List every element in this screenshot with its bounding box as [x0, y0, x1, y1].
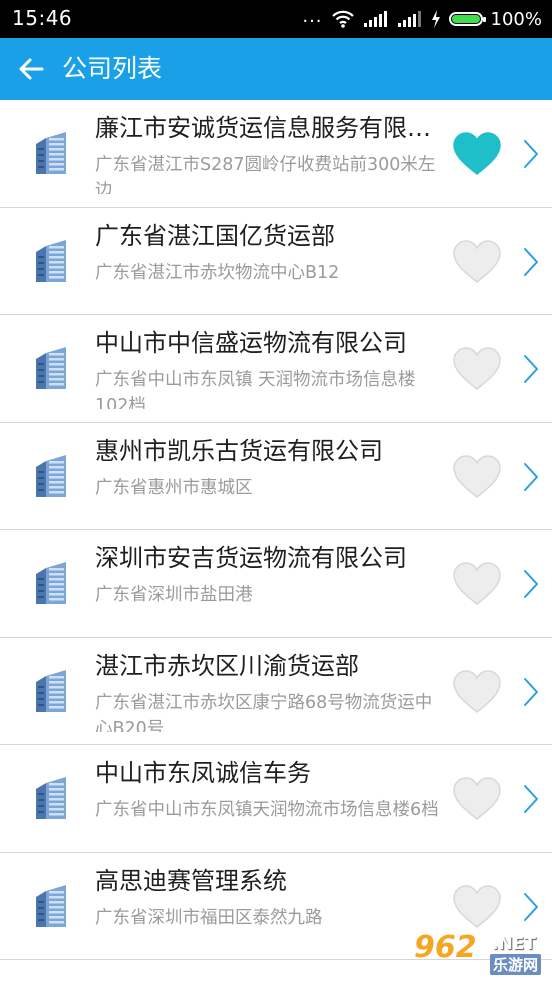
company-address: 广东省中山市东凤镇天润物流市场信息楼6档 — [95, 800, 439, 820]
company-name: 惠州市凯乐古货运有限公司 — [95, 436, 383, 465]
chevron-right-icon — [524, 462, 538, 491]
signal-icon-2 — [397, 11, 421, 27]
building-icon — [36, 777, 66, 819]
heart-icon[interactable] — [453, 239, 501, 284]
company-list-item[interactable]: 湛江市赤坎区川渝货运部 广东省湛江市赤坎区康宁路68号物流货运中心B20号 — [0, 637, 552, 745]
building-icon — [36, 669, 66, 712]
arrow-left-icon[interactable] — [14, 52, 48, 86]
chevron-right-icon — [524, 677, 538, 706]
company-address: 广东省中山市东凤镇 天润物流市场信息楼102档 — [95, 370, 416, 409]
company-address: 广东省深圳市福田区泰然九路 — [95, 907, 323, 928]
company-address: 广东省湛江市赤坎物流中心B12 — [95, 262, 340, 283]
notification-dots: ... — [302, 5, 323, 27]
chevron-right-icon — [524, 247, 538, 276]
building-icon — [36, 347, 66, 389]
company-name: 廉江市安诚货运信息服务有限公司 — [95, 114, 450, 142]
signal-icon — [363, 11, 387, 27]
company-list-item[interactable]: 中山市东凤诚信车务 广东省中山市东凤镇天润物流市场信息楼6档 — [0, 745, 552, 853]
company-name: 湛江市赤坎区川渝货运部 — [95, 651, 359, 680]
watermark-cn: 乐游网 — [490, 954, 542, 975]
chevron-right-icon — [524, 892, 538, 921]
heart-icon[interactable] — [453, 132, 501, 176]
chevron-right-icon — [524, 355, 538, 383]
company-address: 广东省湛江市S287圆岭仔收费站前300米左边 — [95, 155, 436, 194]
chevron-right-icon — [524, 570, 538, 598]
charging-icon — [431, 10, 440, 28]
heart-icon[interactable] — [453, 562, 501, 606]
status-icons: ... 100% — [302, 5, 542, 33]
building-icon — [36, 239, 66, 282]
battery-icon — [448, 12, 486, 26]
company-name: 高思迪赛管理系统 — [95, 866, 287, 895]
company-address: 广东省湛江市赤坎区康宁路68号物流货运中心B20号 — [95, 692, 433, 732]
company-list-item[interactable]: 惠州市凯乐古货运有限公司 广东省惠州市惠城区 — [0, 422, 552, 530]
company-name: 广东省湛江国亿货运部 — [95, 221, 335, 250]
heart-icon[interactable] — [453, 777, 501, 821]
heart-icon[interactable] — [453, 669, 501, 714]
chevron-right-icon — [524, 140, 538, 168]
wifi-icon — [331, 10, 354, 28]
company-list-item[interactable]: 广东省湛江国亿货运部 广东省湛江市赤坎物流中心B12 — [0, 207, 552, 315]
company-name: 中山市中信盛运物流有限公司 — [95, 329, 407, 357]
building-icon — [36, 454, 66, 497]
building-icon — [36, 562, 66, 604]
status-bar: 15:46 ... 100% — [0, 0, 552, 38]
building-icon — [36, 132, 66, 174]
company-name: 中山市东凤诚信车务 — [95, 759, 311, 787]
watermark-net: .NET — [492, 934, 536, 954]
battery-fill — [451, 15, 480, 23]
company-list: 廉江市安诚货运信息服务有限公司 广东省湛江市S287圆岭仔收费站前300米左边 — [0, 100, 552, 960]
heart-icon[interactable] — [453, 454, 501, 499]
company-address: 广东省深圳市盐田港 — [95, 585, 253, 605]
company-list-item[interactable]: 深圳市安吉货运物流有限公司 广东省深圳市盐田港 — [0, 530, 552, 638]
status-time: 15:46 — [12, 6, 73, 30]
watermark-number: 962 — [414, 930, 477, 965]
company-address: 广东省惠州市惠城区 — [95, 477, 253, 498]
building-icon — [36, 884, 66, 927]
company-list-item[interactable]: 廉江市安诚货运信息服务有限公司 广东省湛江市S287圆岭仔收费站前300米左边 — [0, 100, 552, 208]
app-header: 公司列表 — [0, 38, 552, 100]
chevron-right-icon — [524, 785, 538, 813]
heart-icon[interactable] — [453, 884, 501, 929]
battery-percent: 100% — [490, 8, 542, 30]
watermark-logo: 962 .NET 乐游网 — [414, 930, 550, 978]
company-list-item[interactable]: 中山市中信盛运物流有限公司 广东省中山市东凤镇 天润物流市场信息楼102档 — [0, 315, 552, 423]
company-name: 深圳市安吉货运物流有限公司 — [95, 544, 407, 572]
heart-icon[interactable] — [453, 347, 501, 391]
page-title: 公司列表 — [62, 54, 163, 83]
